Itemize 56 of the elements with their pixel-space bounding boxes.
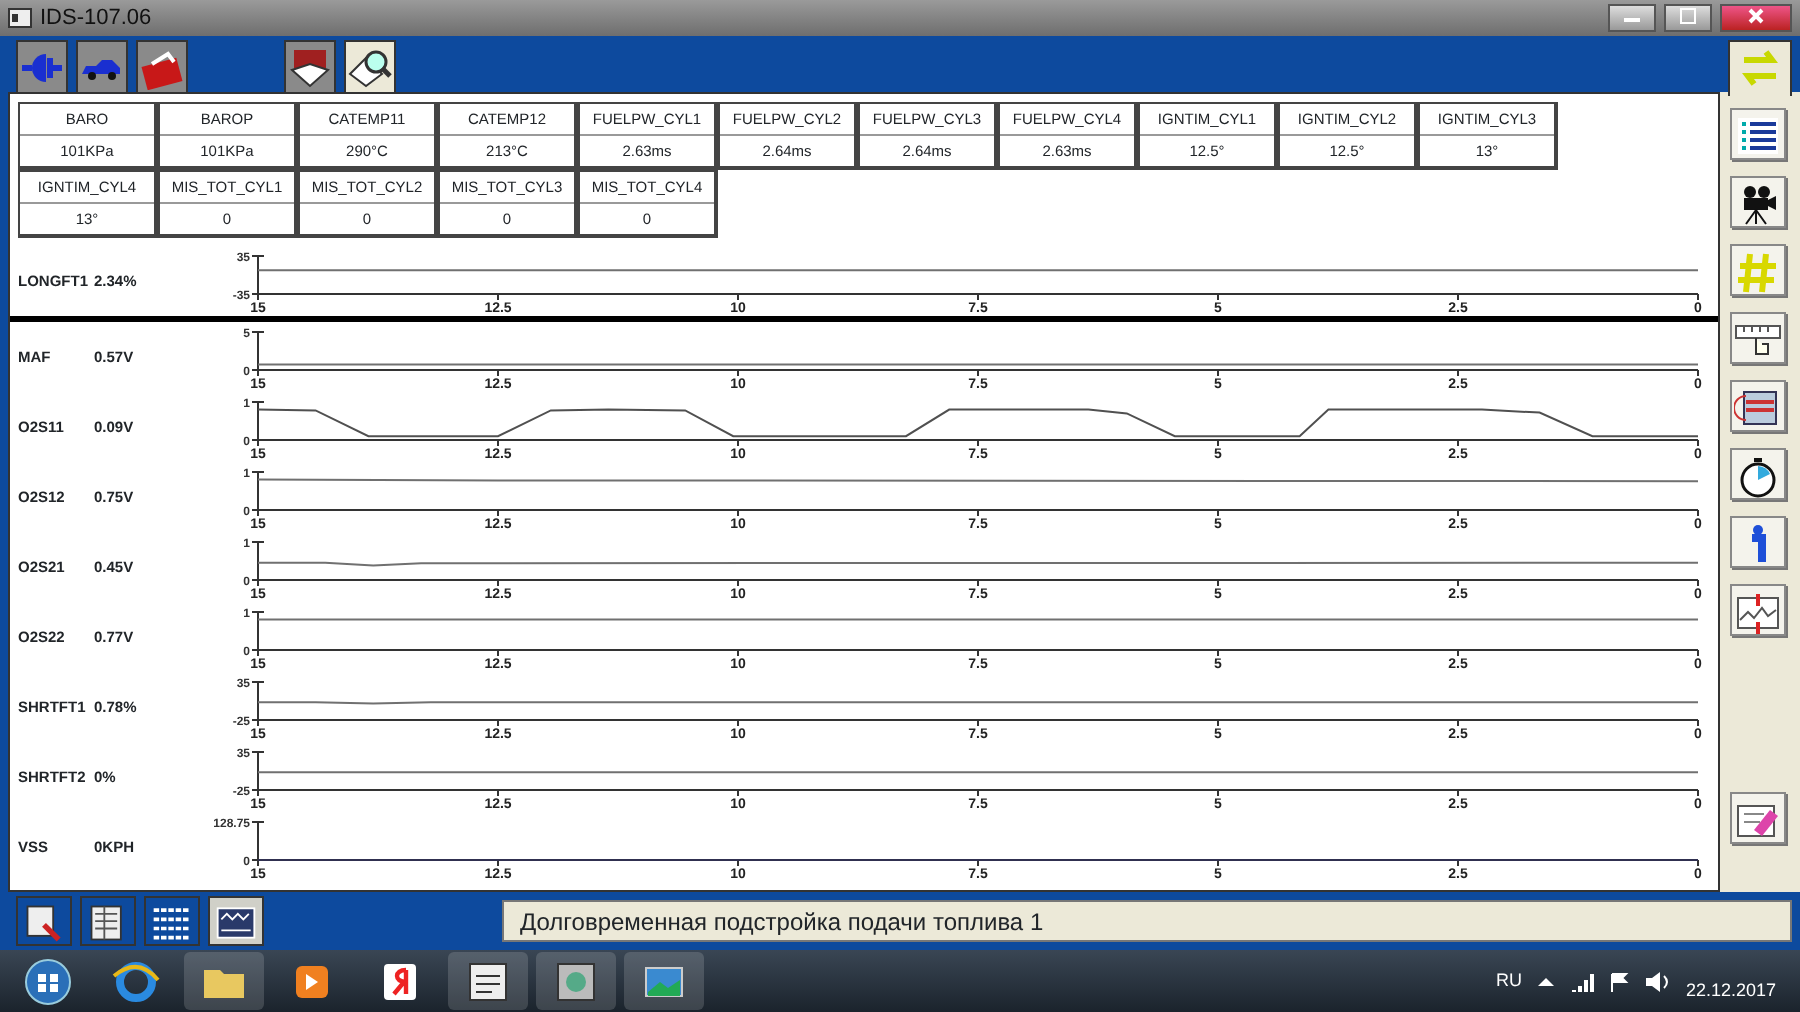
windows-orb-icon [22, 955, 74, 1007]
tab[interactable] [344, 40, 396, 96]
swap-button[interactable] [1728, 40, 1792, 96]
toolbar-button[interactable] [1730, 380, 1786, 432]
tab[interactable] [76, 40, 128, 92]
status-text: Долговременная подстройка подачи топлива 1 [520, 905, 1044, 939]
tab[interactable] [284, 40, 336, 92]
view-button[interactable] [16, 896, 72, 946]
taskbar-app[interactable] [448, 952, 528, 1010]
swap-arrows-icon [1736, 48, 1784, 89]
flag-icon [1609, 971, 1630, 991]
minimize-button[interactable] [1608, 4, 1656, 32]
line-graph-icon [1734, 589, 1782, 634]
window-icon [8, 8, 32, 28]
view-button[interactable] [208, 896, 264, 946]
toolbar-button[interactable] [1730, 448, 1786, 500]
info-icon [1746, 523, 1770, 564]
hash-icon [1734, 249, 1782, 294]
toolbar-button[interactable] [1730, 516, 1786, 568]
magnifier-icon [348, 46, 392, 91]
chart-grid-icon [214, 902, 258, 945]
close-icon [1748, 8, 1764, 25]
table-icon [150, 902, 194, 945]
y-axis [251, 471, 265, 511]
toolbar-button[interactable] [1730, 312, 1786, 364]
y-axis [251, 681, 265, 721]
tray-arrow-icon [1537, 973, 1554, 989]
y-axis [251, 821, 265, 861]
view-button[interactable] [80, 896, 136, 946]
view-button[interactable] [144, 896, 200, 946]
y-axis [251, 751, 265, 791]
toolbar-button[interactable] [1730, 584, 1786, 636]
y-axis [251, 331, 265, 371]
book-icon [288, 45, 332, 90]
list-icon [1734, 113, 1782, 158]
toolbar-button[interactable] [1730, 792, 1786, 844]
maximize-icon [1680, 8, 1696, 25]
y-axis [251, 611, 265, 651]
toolbar-button[interactable] [1730, 108, 1786, 160]
toolbar-button[interactable] [1730, 176, 1786, 228]
y-axis [251, 255, 265, 295]
card-stack-icon [1734, 385, 1782, 430]
taskbar-app[interactable] [536, 952, 616, 1010]
tab[interactable] [136, 40, 188, 92]
clock-date[interactable]: 22.12.2017 [1685, 977, 1776, 1005]
signal-icon [1569, 971, 1594, 991]
language-indicator[interactable]: RU [1495, 967, 1522, 995]
pointer-icon [22, 902, 66, 945]
taskbar-app[interactable] [624, 952, 704, 1010]
speaker-icon [1645, 971, 1670, 991]
close-button[interactable] [1720, 4, 1792, 32]
y-axis [251, 401, 265, 441]
y-axis [251, 541, 265, 581]
window-title: IDS-107.06 [40, 3, 152, 34]
maximize-button[interactable] [1664, 4, 1712, 32]
taskbar-app[interactable] [184, 952, 264, 1010]
